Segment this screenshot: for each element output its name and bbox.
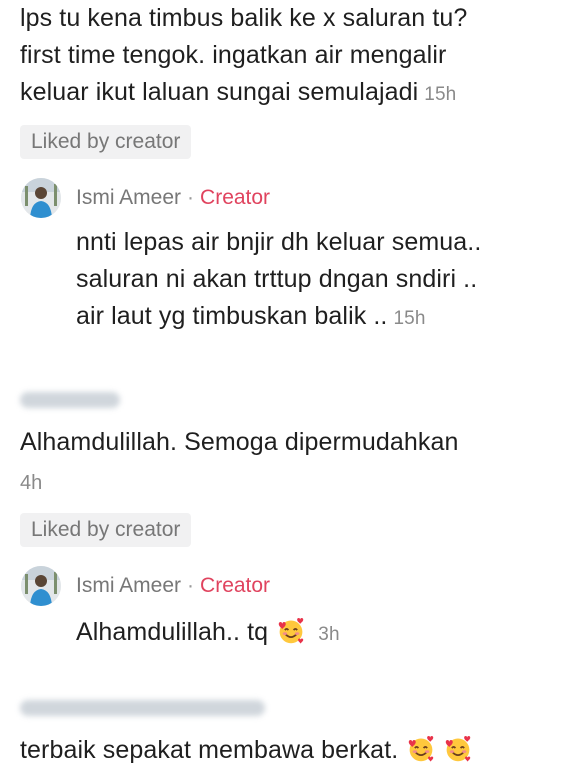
reply-author-row: Ismi Ameer · Creator [76,574,270,598]
timestamp: 4h [20,472,43,494]
avatar-image-icon [21,566,61,606]
creator-label: Creator [200,574,271,597]
comment-1-text: lps tu kena timbus balik ke x saluran tu… [20,0,570,113]
comment-line: terbaik sepakat membawa berkat. [20,736,399,764]
blurred-username [20,392,120,408]
comment-line: saluran ni akan trttup dngan sndiri .. [76,265,478,293]
smiling-face-with-hearts-icon [446,735,471,762]
reply-1-text: nnti lepas air bnjir dh keluar semua.. s… [76,224,571,337]
timestamp: 3h [318,624,340,645]
reply-author-row: Ismi Ameer · Creator [76,186,270,210]
comment-line: lps tu kena timbus balik ke x saluran tu… [20,4,468,32]
smiling-face-with-hearts-icon [278,617,304,644]
separator-dot: · [187,186,195,209]
comment-line: keluar ikut laluan sungai semulajadi 15h [20,78,457,106]
liked-by-creator-badge: Liked by creator [20,513,192,547]
reply-2-text: Alhamdulillah.. tq 3h [76,614,340,653]
liked-by-creator-badge: Liked by creator [20,125,192,159]
comment-line: Alhamdulillah.. tq [76,618,269,646]
author-name[interactable]: Ismi Ameer [76,186,181,209]
comment-line: nnti lepas air bnjir dh keluar semua.. [76,228,482,256]
creator-label: Creator [200,186,271,209]
blurred-username [20,700,265,716]
avatar[interactable] [21,566,61,606]
avatar-image-icon [21,178,61,218]
comment-line: first time tengok. ingatkan air mengalir [20,41,447,69]
comment-2-text: Alhamdulillah. Semoga dipermudahkan [20,428,459,456]
avatar[interactable] [21,178,61,218]
comment-3-text: terbaik sepakat membawa berkat. [20,732,472,769]
timestamp: 15h [424,84,457,105]
timestamp: 15h [393,308,426,329]
comment-line: air laut yg timbuskan balik .. 15h [76,302,426,330]
author-name[interactable]: Ismi Ameer [76,574,181,597]
smiling-face-with-hearts-icon [409,735,434,762]
separator-dot: · [187,574,195,597]
